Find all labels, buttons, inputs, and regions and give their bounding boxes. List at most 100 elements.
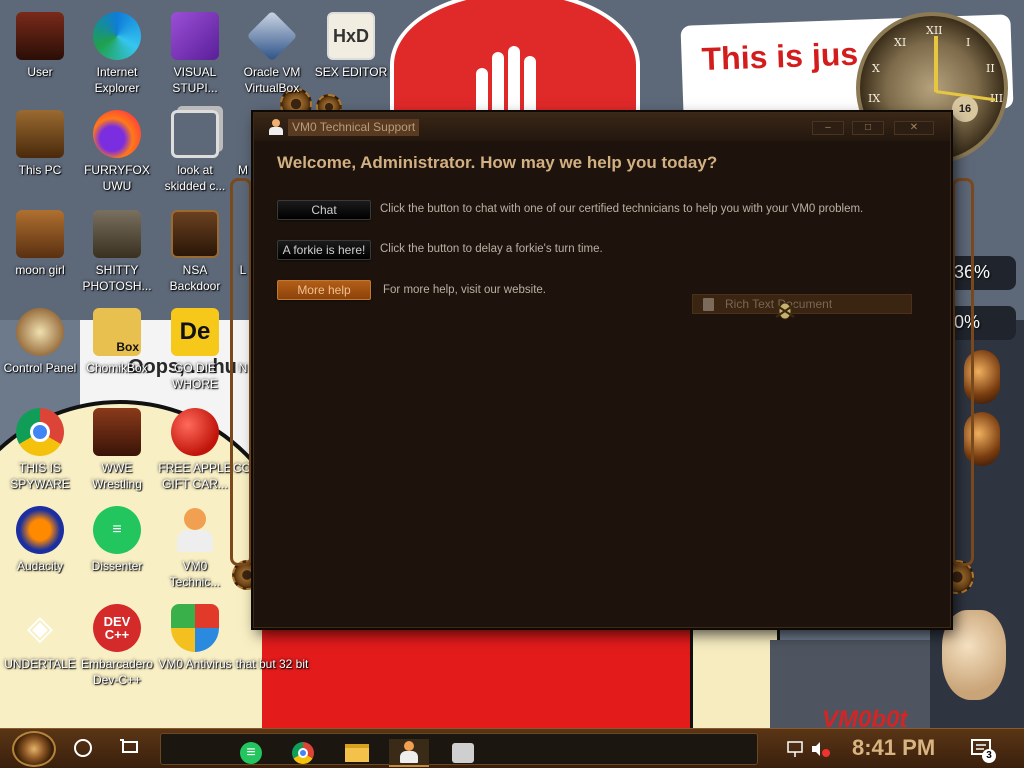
maximize-button[interactable]: □ [852,121,884,135]
desktop-icon-internet-explorer[interactable]: Internet Explorer [77,8,157,102]
taskbar-dissenter[interactable]: ≡ [231,739,271,767]
folder-icon [16,210,64,258]
dissenter-icon: ≡ [93,506,141,554]
technician-icon [171,506,219,554]
forkie-button[interactable]: A forkie is here! [277,240,371,260]
desktop-icon-vm0-antivirus[interactable]: VM0 Antivirus [155,600,235,694]
desktop-icon-label: that but 32 bit [235,657,309,671]
desktop-icon-moon-girl[interactable]: moon girl [0,206,80,300]
desktop-icon-vm0-technician[interactable]: VM0 Technic... [155,502,235,596]
taskbar-clock[interactable]: 8:41 PM [852,735,935,761]
minimize-button[interactable]: – [812,121,844,135]
desktop-icon-shitty-photosh[interactable]: SHITTY PHOTOSH... [77,206,157,300]
task-view-icon[interactable] [120,739,140,757]
desktop-icon-virtualbox[interactable]: Oracle VM VirtualBox [232,8,312,102]
desktop-icon-label: SEX EDITOR [314,65,388,79]
desktop-icon-label: M [238,163,248,177]
desktop-icon-label: This PC [18,163,62,177]
desktop-icon-nsa-backdoor[interactable]: NSA Backdoor [155,206,235,300]
forkie-description: Click the button to delay a forkie's tur… [380,243,603,255]
stop-hand-icon [470,40,550,110]
apple-icon [171,408,219,456]
taskbar-apps: ≡ [160,733,758,767]
desktop-icon-label: ChomikBox [86,361,148,375]
taskbar-chrome[interactable] [283,739,323,767]
folder-icon [345,744,369,762]
desktop-icon-dissenter[interactable]: ≡ Dissenter [77,502,157,596]
notification-center-icon[interactable]: 3 [970,737,996,763]
desktop-icon-go-die[interactable]: De GO DIE WHORE [155,304,235,398]
desktop-icon-chomikbox[interactable]: Box ChomikBox [77,304,157,398]
unity-icon: ◈ [26,609,54,647]
steampunk-frame-left [230,178,252,566]
technician-icon [399,741,419,763]
desktop-icon-label: FURRYFOX UWU [84,163,150,193]
desktop-icon-skidded[interactable]: look at skidded c... [155,106,235,200]
visual-studio-icon [171,12,219,60]
steampunk-frame-right [952,178,974,566]
start-button[interactable] [12,731,56,767]
backdoor-icon [171,210,219,258]
clock-numeral: X [872,62,880,75]
desktop-icon-label: Dissenter [91,559,143,573]
clock-hour-hand [934,36,938,92]
technician-icon [268,119,284,135]
window-titlebar[interactable]: VM0 Technical Support – □ ✕ [254,113,950,141]
desktop-icon-dev-cpp[interactable]: DEV C++ Embarcadero Dev-C++ [77,600,157,694]
more-help-button[interactable]: More help [277,280,371,300]
wallpaper-yellow-shape [690,620,780,740]
desktop-icon-wwe-wrestling[interactable]: WWE Wrestling [77,404,157,498]
desktop-icon-spyware[interactable]: THIS IS SPYWARE [0,404,80,498]
desktop-icon-furryfox[interactable]: FURRYFOX UWU [77,106,157,200]
network-icon[interactable] [787,741,803,757]
welcome-heading: Welcome, Administrator. How may we help … [277,153,718,172]
desktop-icon-control-panel[interactable]: Control Panel [0,304,80,398]
close-button[interactable]: ✕ [894,121,934,135]
chat-button[interactable]: Chat [277,200,371,220]
desktop-icon-this-pc[interactable]: This PC [0,106,80,200]
more-help-description: For more help, visit our website. [383,284,546,296]
shield-icon [171,604,219,652]
chrome-icon [292,742,314,764]
desktop-icon-label: VM0 Antivirus [158,657,232,671]
audacity-icon [16,506,64,554]
taskbar-technician[interactable] [389,739,429,767]
clock-numeral: II [986,62,995,75]
app-icon [452,743,474,763]
search-icon[interactable] [74,739,92,757]
chrome-icon [16,408,64,456]
dissenter-icon: ≡ [240,742,262,764]
desktop-icon-user[interactable]: User [0,8,80,102]
desktop-icon-audacity[interactable]: Audacity [0,502,80,596]
desktop-icon-label: WWE Wrestling [92,461,142,491]
clock-numeral: XI [894,36,907,49]
bug-cursor-icon [775,302,795,320]
desktop-icon-visual-studio[interactable]: VISUAL STUPI... [155,8,235,102]
volume-muted-icon[interactable] [812,742,830,757]
desktop-icon-label: VM0 Technic... [169,559,221,589]
window-title: VM0 Technical Support [288,119,420,136]
desktop-icon-undertale[interactable]: ◈ UNDERTALE [0,600,80,694]
notification-count-badge: 3 [982,749,996,763]
desktop-icon-apple-gift[interactable]: FREE APPLE GIFT CAR... [155,404,235,498]
taskbar-file-explorer[interactable] [337,739,377,767]
dragged-file-rich-text-document[interactable]: Rich Text Document [692,294,912,314]
document-icon [703,298,714,311]
desktop-icon-label: NSA Backdoor [169,263,221,293]
vm0-technical-support-window[interactable]: VM0 Technical Support – □ ✕ Welcome, Adm… [253,112,951,628]
hex-editor-icon: HxD [327,12,375,60]
desktop-icon-sex-editor[interactable]: HxD SEX EDITOR [311,8,391,102]
control-panel-icon [16,308,64,356]
gimp-icon [93,210,141,258]
desktop-icon-label: Internet Explorer [94,65,140,95]
desktop-icon-label: GO DIE WHORE [172,361,218,391]
taskbar-support-app[interactable] [443,739,483,767]
desktop-icon-label: FREE APPLE GIFT CAR... [158,461,232,491]
edge-icon [93,12,141,60]
chomikbox-icon: Box [93,308,141,356]
desktop-icon-label: Embarcadero Dev-C++ [80,657,154,687]
oven-icon [93,408,141,456]
copy-icon [171,110,219,158]
clock-numeral: I [966,36,971,49]
devcpp-icon: DEV C++ [93,604,141,652]
